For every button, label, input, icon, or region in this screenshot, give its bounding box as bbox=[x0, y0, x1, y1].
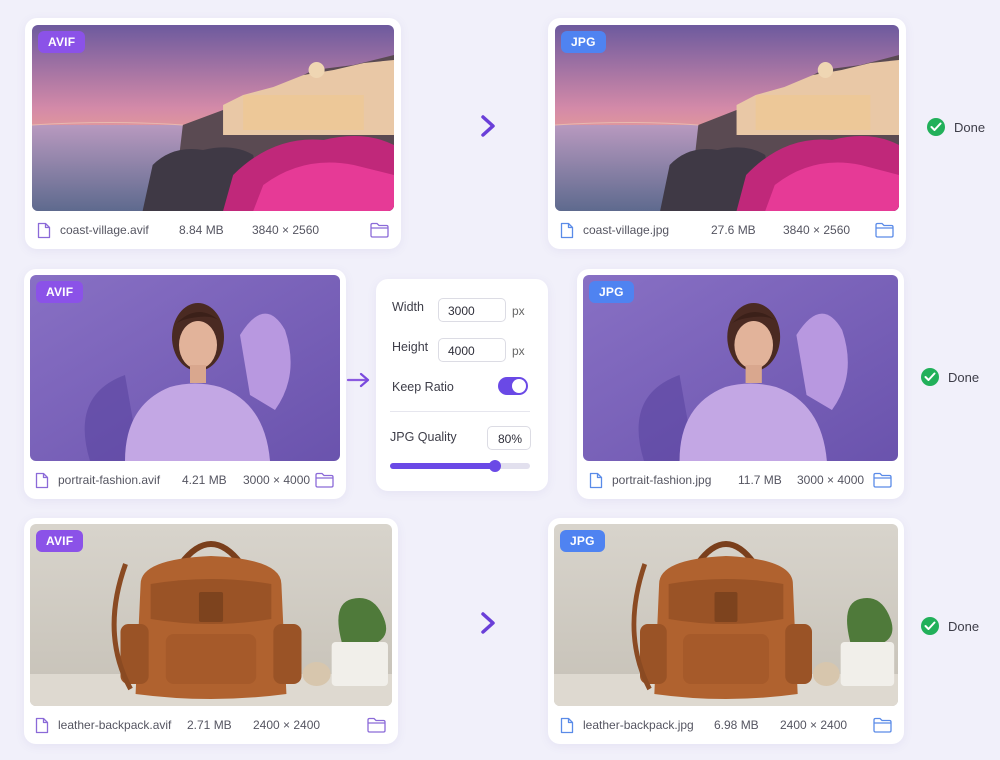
file-size: 2.71 MB bbox=[187, 718, 232, 732]
file-icon bbox=[35, 717, 49, 734]
keep-ratio-toggle[interactable] bbox=[498, 377, 528, 395]
format-badge: AVIF bbox=[38, 31, 86, 53]
quality-input[interactable]: 80% bbox=[487, 426, 531, 450]
file-name: coast-village.jpg bbox=[583, 223, 670, 237]
file-name: leather-backpack.avif bbox=[58, 718, 172, 732]
height-label: Height bbox=[392, 340, 429, 354]
source-card-coast-village[interactable]: AVIF coast-village.avif 8.84 MB 3840 × 2… bbox=[25, 18, 401, 249]
source-thumbnail: AVIF bbox=[30, 524, 392, 706]
file-icon bbox=[37, 222, 51, 239]
format-badge: JPG bbox=[561, 31, 606, 53]
output-card-leather-backpack[interactable]: JPG leather-backpack.jpg 6.98 MB 2400 × … bbox=[548, 518, 904, 744]
format-badge: AVIF bbox=[36, 530, 84, 552]
file-dimensions: 3840 × 2560 bbox=[783, 223, 851, 237]
file-name: portrait-fashion.jpg bbox=[612, 473, 712, 487]
file-icon bbox=[560, 222, 574, 239]
file-dimensions: 3840 × 2560 bbox=[252, 223, 320, 237]
width-input[interactable]: 3000 bbox=[438, 298, 506, 322]
check-circle-icon bbox=[927, 118, 945, 136]
status-label: Done bbox=[948, 618, 980, 634]
output-card-coast-village[interactable]: JPG coast-village.jpg 27.6 MB 3840 × 256… bbox=[548, 18, 906, 249]
file-meta: portrait-fashion.avif 4.21 MB 3000 × 400… bbox=[24, 461, 346, 499]
file-meta: leather-backpack.jpg 6.98 MB 2400 × 2400 bbox=[548, 706, 904, 744]
status-label: Done bbox=[948, 369, 980, 385]
height-unit: px bbox=[512, 344, 525, 358]
width-label: Width bbox=[392, 300, 424, 314]
output-card-portrait-fashion[interactable]: JPG portrait-fashion.jpg 11.7 MB 3000 × … bbox=[577, 269, 904, 499]
file-size: 4.21 MB bbox=[182, 473, 227, 487]
file-name: portrait-fashion.avif bbox=[58, 473, 161, 487]
arrow-right-icon bbox=[446, 612, 495, 634]
file-icon bbox=[589, 472, 603, 489]
folder-icon[interactable] bbox=[370, 222, 389, 238]
file-name: coast-village.avif bbox=[60, 223, 149, 237]
status-done: Done bbox=[921, 368, 979, 386]
conversion-settings-panel: Width 3000 px Height 4000 px Keep Ratio … bbox=[376, 279, 548, 491]
output-thumbnail: JPG bbox=[555, 25, 899, 211]
status-done: Done bbox=[921, 617, 979, 635]
height-input[interactable]: 4000 bbox=[438, 338, 506, 362]
file-dimensions: 3000 × 4000 bbox=[797, 473, 865, 487]
folder-icon[interactable] bbox=[875, 222, 894, 238]
format-badge: AVIF bbox=[36, 281, 84, 303]
keep-ratio-label: Keep Ratio bbox=[392, 380, 454, 394]
quality-label: JPG Quality bbox=[390, 430, 457, 444]
source-thumbnail: AVIF bbox=[32, 25, 394, 211]
source-thumbnail: AVIF bbox=[30, 275, 340, 461]
file-meta: portrait-fashion.jpg 11.7 MB 3000 × 4000 bbox=[577, 461, 904, 499]
folder-icon[interactable] bbox=[367, 717, 386, 733]
folder-icon[interactable] bbox=[873, 472, 892, 488]
file-meta: coast-village.jpg 27.6 MB 3840 × 2560 bbox=[548, 211, 906, 249]
source-card-leather-backpack[interactable]: AVIF leather-backpack.avif 2.71 MB 2400 … bbox=[24, 518, 398, 744]
file-meta: leather-backpack.avif 2.71 MB 2400 × 240… bbox=[24, 706, 398, 744]
file-dimensions: 3000 × 4000 bbox=[243, 473, 311, 487]
file-dimensions: 2400 × 2400 bbox=[780, 718, 848, 732]
file-name: leather-backpack.jpg bbox=[583, 718, 694, 732]
quality-slider-fill bbox=[390, 463, 495, 469]
folder-icon[interactable] bbox=[315, 472, 334, 488]
file-size: 6.98 MB bbox=[714, 718, 759, 732]
arrow-right-icon bbox=[446, 115, 495, 137]
source-card-portrait-fashion[interactable]: AVIF portrait-fashion.avif 4.21 MB 3000 … bbox=[24, 269, 346, 499]
folder-icon[interactable] bbox=[873, 717, 892, 733]
quality-slider-handle[interactable] bbox=[489, 460, 501, 472]
file-meta: coast-village.avif 8.84 MB 3840 × 2560 bbox=[25, 211, 401, 249]
file-size: 11.7 MB bbox=[738, 473, 782, 487]
file-icon bbox=[35, 472, 49, 489]
check-circle-icon bbox=[921, 368, 939, 386]
check-circle-icon bbox=[921, 617, 939, 635]
arrow-right-icon bbox=[346, 372, 370, 388]
file-size: 8.84 MB bbox=[179, 223, 224, 237]
file-icon bbox=[560, 717, 574, 734]
output-thumbnail: JPG bbox=[583, 275, 898, 461]
format-badge: JPG bbox=[560, 530, 605, 552]
format-badge: JPG bbox=[589, 281, 634, 303]
quality-slider[interactable] bbox=[390, 460, 530, 472]
file-dimensions: 2400 × 2400 bbox=[253, 718, 321, 732]
status-label: Done bbox=[954, 119, 986, 135]
divider bbox=[390, 411, 530, 412]
width-unit: px bbox=[512, 304, 525, 318]
status-done: Done bbox=[927, 118, 985, 136]
file-size: 27.6 MB bbox=[711, 223, 756, 237]
output-thumbnail: JPG bbox=[554, 524, 898, 706]
toggle-knob bbox=[512, 379, 526, 393]
